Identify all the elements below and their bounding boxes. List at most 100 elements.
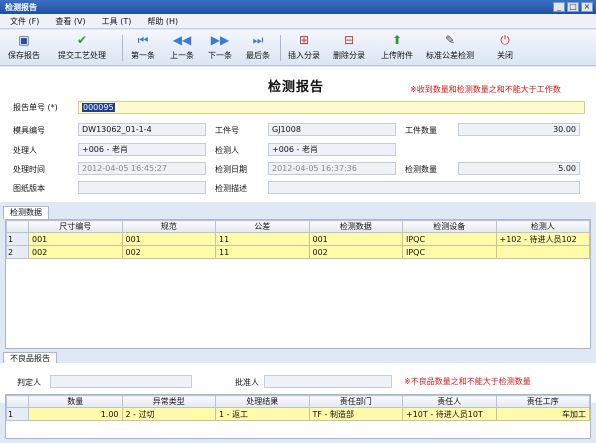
report-no-field[interactable]: 000095 [78, 101, 585, 114]
row-number: 2 [6, 245, 29, 259]
delete-row-icon: ⊟ [343, 33, 355, 47]
table-cell[interactable]: 1 - 返工 [215, 407, 310, 421]
table-cell[interactable]: 11 [215, 245, 310, 259]
tab-inspect-data[interactable]: 检测数据 [3, 206, 49, 219]
column-header[interactable]: 规范 [121, 220, 216, 233]
report-form: 检测报告 ※收到数量和检测数量之和不能大于工作数 报告单号 (*) 000095… [0, 67, 596, 202]
table-cell[interactable]: 车加工 [495, 407, 590, 421]
std-tolerance-check-button[interactable]: ✎ 标准公差检测 [426, 32, 474, 64]
edit-document-icon: ✎ [444, 33, 456, 47]
job-no-field[interactable]: GJ1008 [268, 123, 396, 136]
column-header[interactable]: 责任部门 [308, 395, 403, 408]
close-window-button[interactable]: × [581, 2, 593, 12]
table-cell[interactable]: IPQC [402, 232, 497, 246]
row-number: 1 [6, 232, 29, 246]
column-header[interactable]: 处理结果 [215, 395, 310, 408]
table-row[interactable]: 1 1.00 2 - 过切 1 - 返工 TF - 制造部 +10T - 待进人… [6, 407, 590, 421]
table-row[interactable]: 2 002 002 11 002 IPQC [6, 245, 590, 259]
table-cell[interactable]: 002 [308, 245, 403, 259]
drawing-version-label: 图纸版本 [13, 184, 45, 193]
table-cell[interactable] [495, 245, 590, 259]
column-header[interactable]: 责任工序 [495, 395, 590, 408]
table-row[interactable]: 1 001 001 11 001 IPQC +102 - 待进人员102 [6, 232, 590, 246]
column-header[interactable]: 责任人 [402, 395, 497, 408]
defect-warning: ※不良品数量之和不能大于检测数量 [404, 377, 531, 386]
check-desc-label: 检测描述 [215, 184, 247, 193]
mold-no-field[interactable]: DW13062_01-1-4 [78, 123, 206, 136]
table-cell[interactable]: +102 - 待进人员102 [495, 232, 590, 246]
report-no-label: 报告单号 (*) [13, 103, 58, 112]
handler-field[interactable]: +006 - 老肖 [78, 143, 206, 156]
check-qty-field[interactable]: 5.00 [458, 162, 580, 175]
title-bar: 检测报告 _ □ × [0, 0, 596, 14]
check-date-label: 检测日期 [215, 165, 247, 174]
first-record-button[interactable]: ⏮ 第一条 [131, 32, 155, 64]
column-header-rownum [6, 395, 29, 408]
table-cell[interactable]: 001 [28, 232, 123, 246]
insert-entry-button[interactable]: ⊞ 插入分录 [288, 32, 320, 64]
approver-field[interactable] [264, 375, 392, 388]
inspector-label: 检测人 [215, 146, 239, 155]
insert-row-icon: ⊞ [298, 33, 310, 47]
checkmark-icon: ✔ [76, 33, 88, 47]
table-cell[interactable]: 002 [28, 245, 123, 259]
last-arrow-icon: ⏭ [252, 33, 264, 47]
menu-file[interactable]: 文件 (F) [10, 16, 39, 27]
column-header[interactable]: 异常类型 [121, 395, 216, 408]
handle-time-field[interactable]: 2012-04-05 16:45:27 [78, 162, 206, 175]
next-record-button[interactable]: ▶▶ 下一条 [208, 32, 232, 64]
drawing-version-field[interactable] [78, 181, 206, 194]
handler-label: 处理人 [13, 146, 37, 155]
quantity-warning: ※收到数量和检测数量之和不能大于工作数 [410, 85, 561, 94]
table-cell[interactable]: 002 [121, 245, 216, 259]
table-cell[interactable]: 1.00 [28, 407, 123, 421]
defect-grid: 数量 异常类型 处理结果 责任部门 责任人 责任工序 1 1.00 2 - 过切… [5, 394, 591, 439]
save-report-button[interactable]: ▣ 保存报告 [8, 32, 40, 64]
first-arrow-icon: ⏮ [137, 33, 149, 47]
table-cell[interactable]: 2 - 过切 [121, 407, 216, 421]
column-header[interactable]: 数量 [28, 395, 123, 408]
floppy-disk-icon: ▣ [18, 33, 30, 47]
table-cell[interactable]: 11 [215, 232, 310, 246]
column-header[interactable]: 检测设备 [402, 220, 497, 233]
toolbar-separator [122, 35, 123, 61]
minimize-button[interactable]: _ [553, 2, 565, 12]
menu-view[interactable]: 查看 (V) [55, 16, 85, 27]
column-header[interactable]: 公差 [215, 220, 310, 233]
delete-entry-button[interactable]: ⊟ 删除分录 [333, 32, 365, 64]
job-qty-label: 工件数量 [405, 126, 437, 135]
job-qty-field[interactable]: 30.00 [458, 123, 580, 136]
row-number: 1 [6, 407, 29, 421]
job-no-label: 工件号 [215, 126, 239, 135]
check-desc-field[interactable] [268, 181, 580, 194]
check-qty-label: 检测数量 [405, 165, 437, 174]
maximize-button[interactable]: □ [567, 2, 579, 12]
upload-attachment-button[interactable]: ⬆ 上传附件 [381, 32, 413, 64]
table-cell[interactable]: TF - 制造部 [308, 407, 403, 421]
menu-help[interactable]: 帮助 (H) [147, 16, 178, 27]
table-cell[interactable]: 001 [308, 232, 403, 246]
column-header[interactable]: 检测数据 [308, 220, 403, 233]
menu-tools[interactable]: 工具 (T) [102, 16, 132, 27]
column-header[interactable]: 尺寸编号 [28, 220, 123, 233]
toolbar: ▣ 保存报告 ✔ 提交工艺处理 ⏮ 第一条 ◀◀ 上一条 ▶▶ 下一条 ⏭ 最后… [0, 30, 596, 66]
prev-record-button[interactable]: ◀◀ 上一条 [170, 32, 194, 64]
prev-arrow-icon: ◀◀ [172, 33, 192, 47]
judge-label: 判定人 [17, 378, 41, 387]
handle-time-label: 处理时间 [13, 165, 45, 174]
inspector-field[interactable]: +006 - 老肖 [268, 143, 396, 156]
table-cell[interactable]: +10T - 待进人员10T [402, 407, 497, 421]
check-date-field[interactable]: 2012-04-05 16:37:36 [268, 162, 396, 175]
page-title: 检测报告 [268, 80, 325, 95]
next-arrow-icon: ▶▶ [210, 33, 230, 47]
inspect-grid: 尺寸编号 规范 公差 检测数据 检测设备 检测人 1 001 001 11 00… [5, 219, 591, 349]
mold-no-label: 模具编号 [13, 126, 45, 135]
last-record-button[interactable]: ⏭ 最后条 [246, 32, 270, 64]
close-button[interactable]: ⏻ 关闭 [497, 32, 513, 64]
column-header[interactable]: 检测人 [495, 220, 590, 233]
table-cell[interactable]: IPQC [402, 245, 497, 259]
submit-process-button[interactable]: ✔ 提交工艺处理 [58, 32, 106, 64]
judge-field[interactable] [50, 375, 192, 388]
table-cell[interactable]: 001 [121, 232, 216, 246]
toolbar-separator [280, 35, 281, 61]
